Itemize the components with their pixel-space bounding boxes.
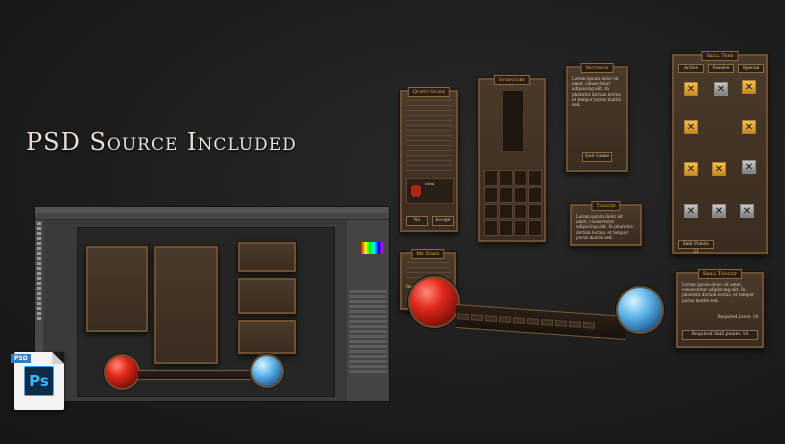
skill-slot-icon[interactable] (712, 204, 726, 218)
headline: PSD Source Included (26, 128, 297, 156)
skill-slot-icon[interactable] (684, 120, 698, 134)
skill-slot-icon[interactable] (684, 162, 698, 176)
quest-reward-box: Item (406, 178, 454, 204)
settings-title: Settings (580, 63, 614, 73)
skill-slot-icon[interactable] (714, 82, 728, 96)
skill-slot-icon[interactable] (684, 204, 698, 218)
ps-panel-inventory (154, 246, 218, 364)
tab-passive[interactable]: Passive (708, 64, 734, 73)
psd-file-icon: PSD Ps (11, 352, 64, 410)
skill-slot-icon[interactable] (684, 82, 698, 96)
ps-color-swatch (361, 242, 383, 254)
action-bar[interactable] (456, 304, 626, 340)
skill-slot-icon[interactable] (742, 80, 756, 94)
character-silhouette (502, 90, 524, 152)
skill-tooltip-panel: Skill Tooltip Lorem ipsum dolor sit amet… (676, 269, 764, 348)
ps-layers-panel (349, 290, 387, 390)
settings-panel: Settings Lorem ipsum dolor sit amet, con… (566, 63, 628, 172)
skill-points-label: Skill Points: 21 (678, 240, 714, 255)
mana-orb (618, 288, 662, 332)
ps-side-panels (347, 220, 389, 401)
skill-slot-icon[interactable] (742, 160, 756, 174)
tab-special[interactable]: Special (738, 64, 764, 73)
settings-text: Lorem ipsum dolor sit amet, consectetur … (572, 76, 622, 108)
photoshop-logo-icon: Ps (24, 366, 54, 396)
psd-tag: PSD (11, 354, 31, 363)
potion-icon (411, 185, 421, 197)
health-orb (410, 278, 458, 326)
quit-game-button[interactable]: Quit Game (582, 152, 612, 162)
skill-tooltip-title: Skill Tooltip (697, 269, 743, 279)
ps-canvas (77, 227, 335, 397)
inventory-grid[interactable] (484, 170, 542, 236)
tab-active[interactable]: Active (678, 64, 704, 73)
stats-title: My Stats (411, 249, 445, 259)
ps-panel-dialogue (238, 242, 296, 272)
inventory-panel: Inventory (478, 75, 546, 242)
ps-panel-tooltip (238, 278, 296, 314)
quest-guide-title: Quest Guide (407, 87, 451, 97)
skill-tooltip-text: Lorem ipsum dolor sit amet, consectetur … (682, 282, 755, 303)
ps-panel-stats (238, 320, 296, 354)
tooltip-title: Tooltip (591, 201, 621, 211)
ps-action-bar (138, 370, 252, 380)
inventory-title: Inventory (493, 75, 531, 85)
skill-tree-title: Skill Tree (701, 51, 739, 61)
required-skill-points: Required Skill points: 10 (682, 330, 758, 340)
decline-button[interactable]: No (406, 216, 428, 226)
quest-guide-panel: Quest Guide Item No Accept (400, 87, 458, 232)
quest-item-label: Item (425, 181, 435, 186)
ps-panel-quest (86, 246, 148, 332)
skill-slot-icon[interactable] (712, 162, 726, 176)
ps-health-orb (106, 356, 138, 388)
quest-guide-text (406, 100, 452, 172)
tooltip-panel: Tooltip Lorem ipsum dolor sit amet, cons… (570, 201, 642, 246)
skill-required-level: Required Level: 18 (717, 314, 758, 319)
photoshop-preview (34, 206, 390, 402)
accept-button[interactable]: Accept (432, 216, 454, 226)
tooltip-text: Lorem ipsum dolor sit amet, consectetur … (576, 214, 633, 240)
skill-slot-icon[interactable] (740, 204, 754, 218)
skill-tree-panel: Skill Tree Active Passive Special Skill … (672, 51, 768, 255)
ps-mana-orb (252, 356, 282, 386)
ps-options-bar (35, 213, 389, 220)
skill-slot-icon[interactable] (742, 120, 756, 134)
